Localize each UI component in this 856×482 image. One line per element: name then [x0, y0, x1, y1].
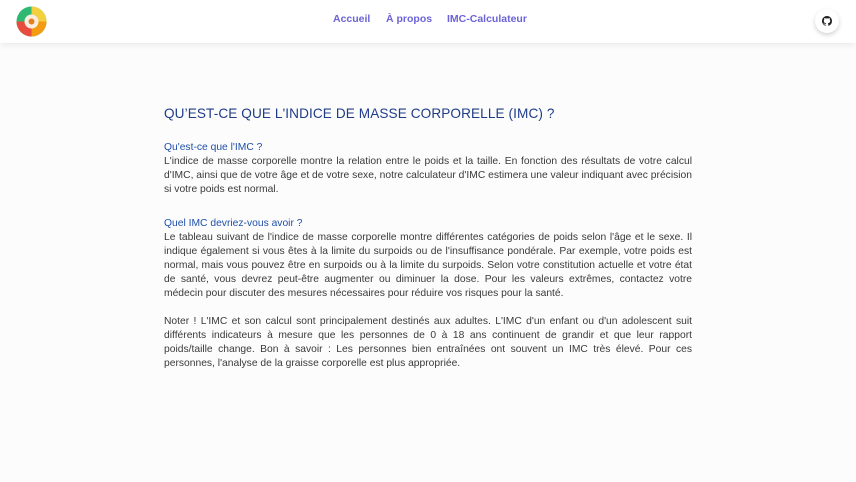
main-navigation: Accueil À propos IMC-Calculateur — [0, 0, 856, 43]
page-title: QU’EST-CE QUE L'INDICE DE MASSE CORPOREL… — [164, 106, 555, 121]
nav-link-imc-calculateur[interactable]: IMC-Calculateur — [447, 13, 527, 25]
github-icon — [822, 16, 832, 26]
bmi-info-article: QU’EST-CE QUE L'INDICE DE MASSE CORPOREL… — [164, 106, 692, 371]
note-paragraph: Noter ! L'IMC et son calcul sont princip… — [164, 316, 692, 369]
github-button[interactable] — [815, 9, 839, 33]
top-navbar: Accueil À propos IMC-Calculateur — [0, 0, 856, 43]
section-text-which-bmi: Le tableau suivant de l'indice de masse … — [164, 232, 692, 299]
section-text-what-is-bmi: L'indice de masse corporelle montre la r… — [164, 156, 692, 195]
nav-link-a-propos[interactable]: À propos — [386, 13, 432, 25]
page-body: QU’EST-CE QUE L'INDICE DE MASSE CORPOREL… — [0, 43, 856, 482]
nav-link-accueil[interactable]: Accueil — [333, 13, 370, 25]
section-heading-which-bmi: Quel IMC devriez-vous avoir ? — [164, 218, 303, 229]
section-heading-what-is-bmi: Qu'est-ce que l'IMC ? — [164, 142, 263, 153]
